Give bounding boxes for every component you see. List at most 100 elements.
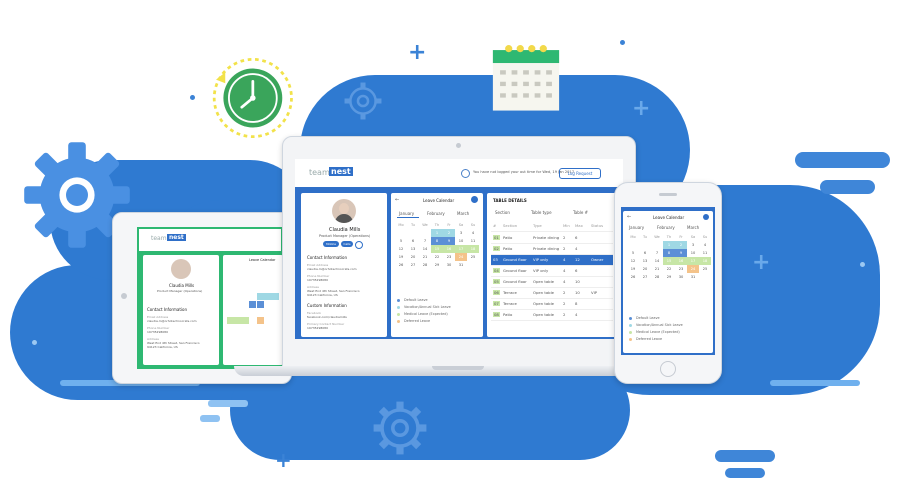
calendar-day[interactable]: 10 xyxy=(455,237,467,245)
calendar-day[interactable]: 22 xyxy=(663,265,675,273)
calendar-day[interactable]: 16 xyxy=(675,257,687,265)
calendar-day[interactable]: 21 xyxy=(419,253,431,261)
calendar-day[interactable]: 13 xyxy=(639,257,651,265)
calendar-day[interactable]: 31 xyxy=(687,273,699,281)
cell-section: Terrace xyxy=(503,290,517,295)
calendar-day[interactable]: 7 xyxy=(651,249,663,257)
calendar-day[interactable]: 24 xyxy=(455,253,467,261)
calendar-day[interactable]: 28 xyxy=(419,261,431,269)
calendar-day[interactable]: 12 xyxy=(395,245,407,253)
calendar-day[interactable]: 6 xyxy=(639,249,651,257)
calendar-day[interactable]: 22 xyxy=(431,253,443,261)
calendar-day[interactable]: 25 xyxy=(467,253,479,261)
calendar-day[interactable]: 3 xyxy=(455,229,467,237)
calendar-day[interactable]: 30 xyxy=(675,273,687,281)
cell-max: 10 xyxy=(575,290,580,295)
month-tab-march[interactable]: March xyxy=(687,225,699,230)
table-row[interactable]: 02 Patio Private dining 2 4 xyxy=(491,244,613,255)
filter-table-type[interactable]: Table type xyxy=(531,210,552,215)
calendar-day[interactable]: 21 xyxy=(651,265,663,273)
calls-badge[interactable]: Calls xyxy=(341,241,353,247)
add-leave-button[interactable] xyxy=(703,214,709,220)
month-tab-january[interactable]: January xyxy=(629,225,644,230)
calendar-day[interactable]: 25 xyxy=(699,265,711,273)
calendar-day[interactable]: 8 xyxy=(663,249,675,257)
calendar-day[interactable]: 8 xyxy=(431,237,443,245)
calendar-day[interactable]: 27 xyxy=(407,261,419,269)
calendar-day[interactable]: 1 xyxy=(663,241,675,249)
month-tab-february[interactable]: February xyxy=(427,211,445,216)
calendar-day[interactable]: 19 xyxy=(627,265,639,273)
calendar-day[interactable]: 4 xyxy=(699,241,711,249)
calendar-day[interactable]: 23 xyxy=(675,265,687,273)
profile-panel: Claudia Mills Product Manager (Operation… xyxy=(301,193,387,337)
calendar-day[interactable]: 9 xyxy=(675,249,687,257)
calendar-day[interactable]: 12 xyxy=(627,257,639,265)
table-row[interactable]: 04 Ground floor VIP only 4 6 xyxy=(491,266,613,277)
calendar-day[interactable]: 5 xyxy=(627,249,639,257)
calendar-day[interactable]: 14 xyxy=(651,257,663,265)
calendar-day[interactable]: 26 xyxy=(395,261,407,269)
calendar-day[interactable]: 10 xyxy=(687,249,699,257)
weekday-label: Fr xyxy=(447,223,451,227)
calendar-day[interactable]: 27 xyxy=(639,273,651,281)
calendar-day[interactable]: 17 xyxy=(687,257,699,265)
back-icon[interactable]: ← xyxy=(395,197,399,203)
calendar-day[interactable]: 26 xyxy=(627,273,639,281)
add-leave-button[interactable] xyxy=(471,196,478,203)
month-tab-february[interactable]: February xyxy=(657,225,675,230)
legend-label: Deferred Leave xyxy=(404,319,431,323)
month-tab-january[interactable]: January xyxy=(399,211,414,216)
calendar-day[interactable]: 19 xyxy=(395,253,407,261)
table-row[interactable]: 06 Terrace Open table 2 10 VIP xyxy=(491,288,613,299)
calendar-day[interactable]: 29 xyxy=(663,273,675,281)
table-row[interactable]: 03 Ground floor VIP only 4 12 Owner xyxy=(491,255,613,266)
calendar-day[interactable]: 6 xyxy=(407,237,419,245)
phone-home-button[interactable] xyxy=(660,361,676,377)
calendar-day[interactable]: 16 xyxy=(443,245,455,253)
calendar-day[interactable]: 2 xyxy=(675,241,687,249)
calendar-day[interactable]: 1 xyxy=(431,229,443,237)
calendar-day[interactable]: 14 xyxy=(419,245,431,253)
calendar-day[interactable]: 17 xyxy=(455,245,467,253)
calendar-day[interactable]: 11 xyxy=(699,249,711,257)
calendar-day[interactable]: 18 xyxy=(467,245,479,253)
legend-item: Deferred Leave xyxy=(397,318,481,325)
month-tab-march[interactable]: March xyxy=(457,211,469,216)
table-row[interactable]: 08 Patio Open table 2 4 xyxy=(491,310,613,321)
calendar-day[interactable]: 18 xyxy=(699,257,711,265)
filter-table-number[interactable]: Table # xyxy=(573,210,588,215)
calendar-day[interactable]: 20 xyxy=(639,265,651,273)
add-icon[interactable] xyxy=(355,241,363,249)
calendar-day[interactable]: 2 xyxy=(443,229,455,237)
calendar-day[interactable]: 3 xyxy=(687,241,699,249)
calendar-day[interactable]: 9 xyxy=(443,237,455,245)
calendar-day[interactable]: 13 xyxy=(407,245,419,253)
calendar-day[interactable]: 15 xyxy=(431,245,443,253)
table-row[interactable]: 01 Patio Private dining 2 6 xyxy=(491,233,613,244)
calendar-day[interactable]: 24 xyxy=(687,265,699,273)
mobile-badge[interactable]: Mobile xyxy=(323,241,339,247)
calendar-day[interactable]: 28 xyxy=(651,273,663,281)
laptop: team nest You have not logged your out t… xyxy=(282,136,636,370)
log-request-button[interactable]: Log Request xyxy=(559,168,601,179)
calendar-day[interactable]: 29 xyxy=(431,261,443,269)
calendar-day[interactable]: 11 xyxy=(467,237,479,245)
legend-swatch xyxy=(397,299,400,302)
table-row[interactable]: 05 Ground floor Open table 4 10 xyxy=(491,277,613,288)
back-icon[interactable]: ← xyxy=(627,214,631,220)
calendar-day[interactable]: 23 xyxy=(443,253,455,261)
calendar-day[interactable]: 31 xyxy=(455,261,467,269)
cell-type: VIP only xyxy=(533,257,549,262)
calendar-day[interactable]: 20 xyxy=(407,253,419,261)
cell-type: Open table xyxy=(533,279,554,284)
calendar-day[interactable]: 15 xyxy=(663,257,675,265)
calendar-day[interactable]: 4 xyxy=(467,229,479,237)
table-row[interactable]: 07 Terrace Open table 2 8 xyxy=(491,299,613,310)
calendar-day[interactable]: 5 xyxy=(395,237,407,245)
calendar-day[interactable]: 7 xyxy=(419,237,431,245)
calendar-day xyxy=(639,241,651,249)
filter-section[interactable]: Section xyxy=(495,210,510,215)
calendar-day[interactable]: 30 xyxy=(443,261,455,269)
weekday-label: Su xyxy=(470,223,476,227)
